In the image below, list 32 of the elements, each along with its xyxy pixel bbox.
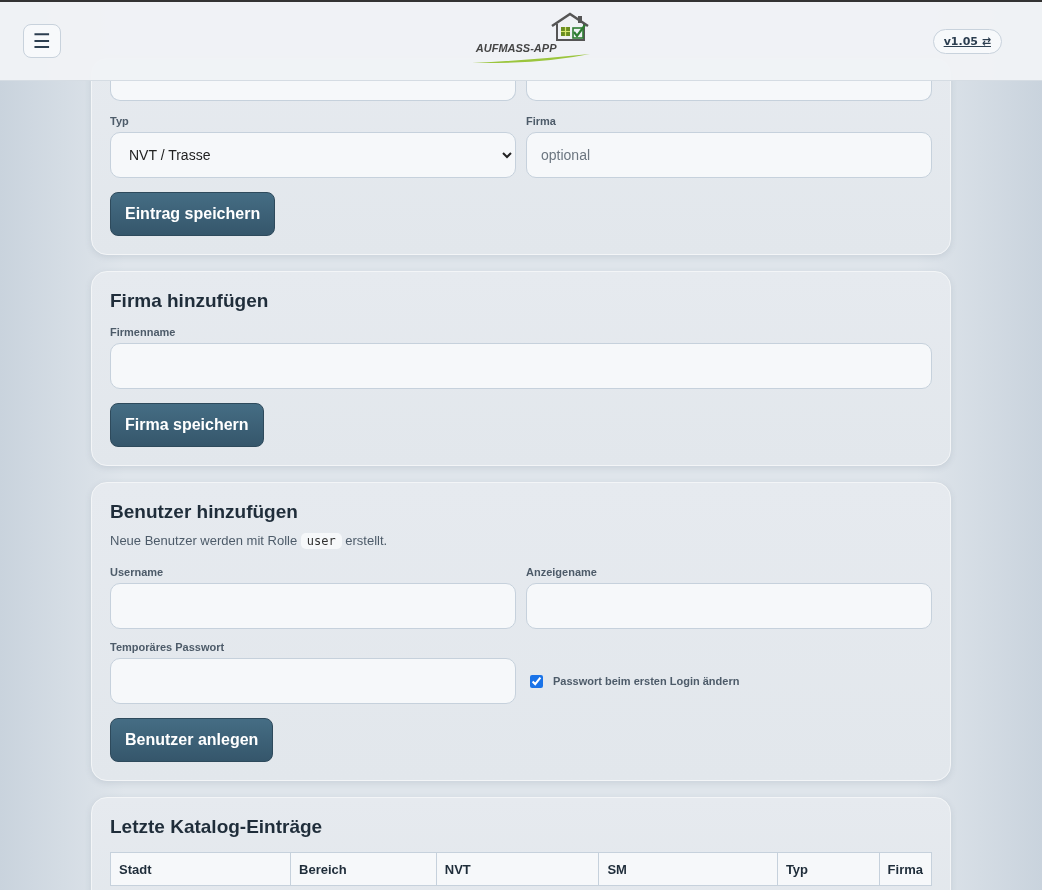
create-user-button[interactable]: Benutzer anlegen — [110, 718, 274, 762]
column-header: SM — [598, 852, 778, 886]
field-label: Username — [110, 566, 165, 578]
card-title: Firma hinzufügen — [110, 290, 270, 312]
input-field[interactable] — [526, 80, 932, 101]
menu-button[interactable]: ☰ — [23, 24, 61, 58]
checkbox[interactable] — [530, 674, 543, 688]
input-field[interactable]: optional — [526, 132, 932, 178]
column-header: Bereich — [290, 852, 437, 886]
type-select[interactable]: NVT / Trasse — [110, 132, 516, 178]
column-header: Firma — [879, 852, 932, 886]
field-label: Firmenname — [110, 326, 177, 338]
column-header: NVT — [436, 852, 599, 886]
input-field[interactable] — [110, 343, 932, 389]
version-button[interactable]: v1.05 ⇄ — [932, 28, 1002, 54]
checkbox-label: Passwort beim ersten Login ändern — [553, 675, 740, 687]
card-title: Letzte Katalog-Einträge — [110, 816, 324, 838]
field-label: Typ — [110, 115, 130, 127]
input-field[interactable] — [110, 583, 516, 629]
note-text: Neue Benutzer werden mit Rolle user erstellt. — [110, 533, 389, 548]
save-button[interactable]: Firma speichern — [110, 403, 264, 447]
column-header: Typ — [777, 852, 880, 886]
field-label: Temporäres Passwort — [110, 641, 226, 653]
input-field[interactable] — [110, 658, 516, 704]
field-label: Anzeigename — [526, 566, 598, 578]
card-title: Benutzer hinzufügen — [110, 501, 299, 523]
column-header: Stadt — [110, 852, 291, 886]
save-button[interactable]: Eintrag speichern — [110, 192, 276, 236]
logo-text: AUFMASS-APP — [475, 42, 557, 54]
field-label: Firma — [526, 115, 557, 127]
input-field[interactable] — [526, 583, 932, 629]
input-field[interactable] — [110, 80, 516, 101]
